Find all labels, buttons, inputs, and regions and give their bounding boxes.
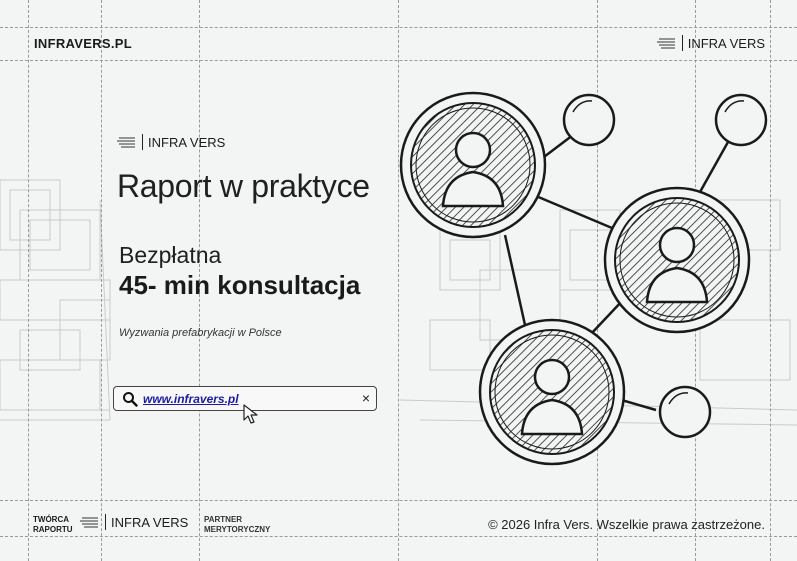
logo-separator [105,514,106,530]
small-node [658,385,712,439]
hero-brand-name: INFRA VERS [148,134,226,150]
description: Wyzwania prefabrykacji w Polsce [119,327,282,339]
infra-vers-logo-icon [80,517,98,528]
person-node [603,186,751,334]
close-icon[interactable]: × [362,390,370,406]
logo-separator [142,134,143,150]
logo-separator [681,35,683,51]
person-node [478,318,626,466]
creator-label-line-1: TWÓRCA [33,515,69,524]
mouse-cursor-icon [243,404,258,424]
subtitle-line-2: 45- min konsultacja [119,270,361,300]
footer-brand-name: INFRA VERS [111,514,189,530]
infra-vers-logo-icon [117,137,135,148]
brand-name: INFRA VERS [687,35,765,51]
creator-label-line-2: RAPORTU [33,525,73,534]
search-icon [123,392,138,407]
brand-logo: INFRA VERS [656,35,765,51]
hero-brand-logo: INFRA VERS [117,134,225,150]
person-node [399,91,547,239]
site-url[interactable]: INFRAVERS.PL [34,36,132,51]
small-node [562,93,616,147]
copyright: © 2026 Infra Vers. Wszelkie prawa zastrz… [488,517,765,532]
url-link[interactable]: www.infravers.pl [143,392,239,406]
small-node [714,93,768,147]
subtitle-line-1: Bezpłatna [119,242,222,268]
creator-label: TWÓRCA RAPORTU [33,515,73,535]
partner-label: PARTNER MERYTORYCZNY [204,515,270,535]
infra-vers-logo-icon [656,38,675,49]
partner-label-line-1: PARTNER [204,515,243,524]
page-title: Raport w praktyce [117,168,370,204]
partner-label-line-2: MERYTORYCZNY [204,525,271,534]
footer-brand-logo: INFRA VERS [80,514,188,530]
